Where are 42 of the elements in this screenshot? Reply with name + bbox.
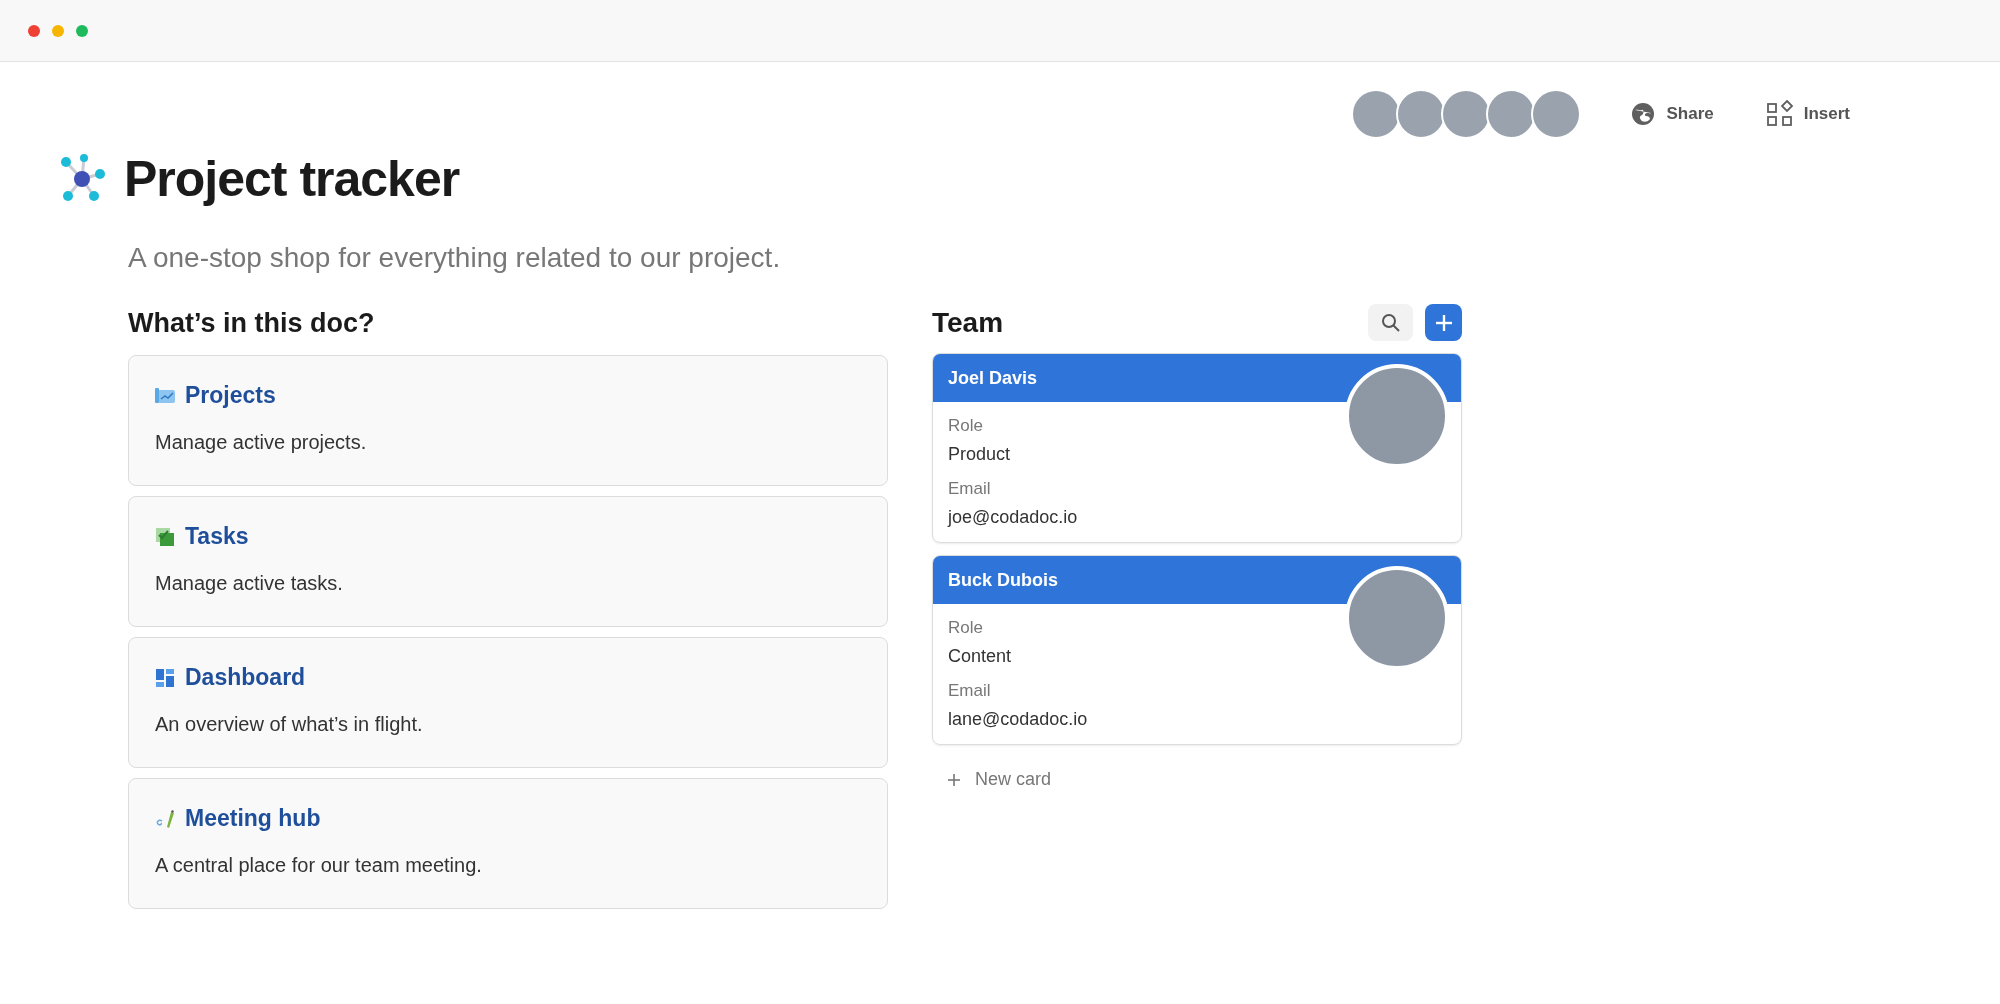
- insert-button[interactable]: Insert: [1757, 94, 1858, 134]
- doc-link-title[interactable]: Tasks: [185, 523, 249, 550]
- page-subtitle: A one-stop shop for everything related to our project.: [128, 242, 782, 274]
- doc-link-card[interactable]: Tasks Manage active tasks.: [128, 496, 888, 627]
- field-value: joe@codadoc.io: [948, 507, 1079, 528]
- section-heading: What’s in this doc?: [128, 308, 376, 339]
- doc-link-title[interactable]: Dashboard: [185, 664, 306, 691]
- doc-link-description: Manage active projects.: [155, 431, 368, 454]
- new-card-button[interactable]: New card: [932, 757, 1067, 802]
- checklist-icon: [155, 526, 175, 547]
- add-button[interactable]: [1425, 304, 1462, 341]
- field-label: Email: [948, 479, 992, 499]
- doc-link-card[interactable]: Meeting hub A central place for our team meeting.: [128, 778, 888, 909]
- doc-link-card[interactable]: Projects Manage active projects.: [128, 355, 888, 486]
- doc-link-description: Manage active tasks.: [155, 572, 344, 595]
- field-value: Content: [948, 646, 1013, 667]
- member-name: Joel Davis: [948, 367, 1038, 389]
- shapes-icon: [1765, 100, 1794, 128]
- field-value: lane@codadoc.io: [948, 709, 1089, 730]
- share-button[interactable]: Share: [1622, 95, 1722, 133]
- member-name: Buck Dubois: [948, 569, 1058, 591]
- chart-icon: [155, 386, 175, 405]
- field-label: Email: [948, 681, 992, 701]
- field-label: Role: [948, 416, 984, 436]
- team-member-card[interactable]: Joel Davis Role Product Email joe@codadoc.io: [932, 353, 1462, 543]
- team-member-card[interactable]: Buck Dubois Role Content Email lane@codadoc.io: [932, 555, 1462, 745]
- search-button[interactable]: [1368, 304, 1413, 341]
- page-title: Project tracker: [124, 150, 460, 208]
- pencil-icon: [155, 808, 175, 829]
- doc-link-title[interactable]: Projects: [185, 382, 276, 409]
- plus-icon: [947, 772, 961, 787]
- section-heading: Team: [932, 306, 1004, 339]
- search-icon: [1379, 311, 1402, 334]
- dashboard-icon: [155, 667, 175, 688]
- field-label: Role: [948, 618, 984, 638]
- doc-link-title[interactable]: Meeting hub: [185, 805, 321, 832]
- doc-link-description: A central place for our team meeting.: [155, 854, 483, 877]
- doc-link-description: An overview of what’s in flight.: [155, 713, 424, 736]
- window-controls-icon[interactable]: [27, 23, 89, 38]
- doc-link-card[interactable]: Dashboard An overview of what’s in flight.: [128, 637, 888, 768]
- molecule-logo-icon: [58, 154, 106, 204]
- field-value: Product: [948, 444, 1012, 465]
